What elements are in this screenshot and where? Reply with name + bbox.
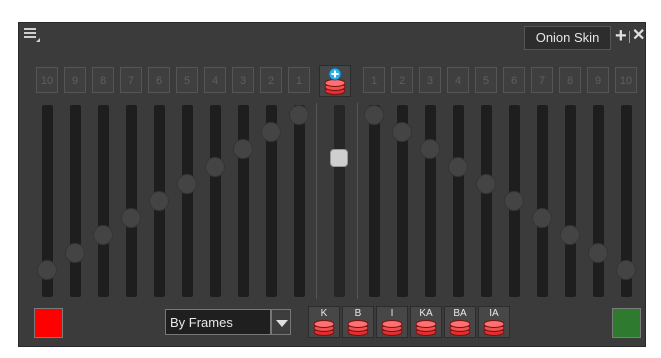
chevron-down-icon <box>276 320 288 327</box>
previous-opacity-slider-track[interactable] <box>70 105 81 297</box>
previous-opacity-slider-handle[interactable] <box>93 225 113 246</box>
previous-opacity-slider-handle[interactable] <box>233 139 253 160</box>
previous-opacity-slider-track[interactable] <box>98 105 109 297</box>
next-opacity-slider-handle[interactable] <box>420 139 440 160</box>
next-opacity-slider-track[interactable] <box>425 105 436 297</box>
previous-drawings-color-swatch[interactable] <box>34 308 63 338</box>
left-frame-marker-6[interactable]: 6 <box>148 67 170 93</box>
hamburger-menu-icon[interactable] <box>24 28 40 42</box>
right-frame-marker-5[interactable]: 5 <box>475 67 497 93</box>
next-opacity-slider-track[interactable] <box>481 105 492 297</box>
drawing-type-label: IA <box>489 308 499 319</box>
previous-opacity-slider-track[interactable] <box>210 105 221 297</box>
left-frame-marker-5[interactable]: 5 <box>176 67 198 93</box>
next-opacity-slider-track[interactable] <box>565 105 576 297</box>
next-opacity-slider-handle[interactable] <box>364 105 384 125</box>
left-frame-marker-1[interactable]: 1 <box>288 67 310 93</box>
add-icon[interactable]: + <box>615 26 629 46</box>
previous-opacity-slider-track[interactable] <box>182 105 193 297</box>
breakdown-drawings-button[interactable]: B <box>342 306 374 338</box>
right-frame-marker-9[interactable]: 9 <box>587 67 609 93</box>
right-frame-marker-6[interactable]: 6 <box>503 67 525 93</box>
add-onion-skin-button[interactable] <box>319 65 351 97</box>
next-opacity-slider-handle[interactable] <box>504 191 524 211</box>
drawing-type-label: KA <box>419 308 433 319</box>
mode-select-dropdown-button[interactable] <box>271 309 291 335</box>
right-frame-marker-2[interactable]: 2 <box>391 67 413 93</box>
left-frame-marker-7[interactable]: 7 <box>120 67 142 93</box>
drawing-type-label: K <box>320 308 328 319</box>
previous-opacity-slider-track[interactable] <box>238 105 249 297</box>
key-animation-button[interactable]: KA <box>410 306 442 338</box>
next-opacity-slider-handle[interactable] <box>616 259 636 280</box>
next-opacity-slider-handle[interactable] <box>392 122 412 143</box>
next-opacity-slider-track[interactable] <box>593 105 604 297</box>
next-opacity-slider-handle[interactable] <box>588 242 608 263</box>
previous-opacity-slider-handle[interactable] <box>205 156 225 177</box>
right-frame-marker-8[interactable]: 8 <box>559 67 581 93</box>
left-frame-marker-2[interactable]: 2 <box>260 67 282 93</box>
left-frame-marker-4[interactable]: 4 <box>204 67 226 93</box>
right-frame-marker-1[interactable]: 1 <box>363 67 385 93</box>
inbetween-animation-button[interactable]: IA <box>478 306 510 338</box>
right-frame-marker-3[interactable]: 3 <box>419 67 441 93</box>
onion-skin-panel: Onion Skin + ✕ 10 9 8 7 6 5 4 3 2 1 1 2 3 4 5 6 7 8 9 10 B… <box>18 22 646 347</box>
right-frame-marker-7[interactable]: 7 <box>531 67 553 93</box>
breakdown-animation-button[interactable]: BA <box>444 306 476 338</box>
key-drawings-button[interactable]: K <box>308 306 340 338</box>
left-frame-marker-3[interactable]: 3 <box>232 67 254 93</box>
next-drawings-color-swatch[interactable] <box>612 308 641 338</box>
inbetween-drawings-button[interactable]: I <box>376 306 408 338</box>
left-frame-marker-10[interactable]: 10 <box>36 67 58 93</box>
previous-opacity-slider-handle[interactable] <box>121 208 141 229</box>
right-frame-marker-4[interactable]: 4 <box>447 67 469 93</box>
onion-skin-mode-select[interactable]: By Frames <box>165 309 271 335</box>
next-opacity-slider-handle[interactable] <box>560 225 580 246</box>
previous-opacity-slider-track[interactable] <box>294 105 305 297</box>
next-opacity-slider-track[interactable] <box>453 105 464 297</box>
previous-opacity-slider-handle[interactable] <box>177 173 197 194</box>
current-frame-slider-handle[interactable] <box>330 149 348 167</box>
current-frame-slider-track[interactable] <box>334 105 345 297</box>
drawing-type-label: I <box>390 308 394 319</box>
add-onion-skin-icon <box>324 67 346 95</box>
next-opacity-slider-handle[interactable] <box>532 208 552 229</box>
previous-opacity-slider-track[interactable] <box>126 105 137 297</box>
divider <box>629 31 630 43</box>
next-opacity-slider-handle[interactable] <box>448 156 468 177</box>
next-opacity-slider-handle[interactable] <box>476 173 496 194</box>
drawing-type-label: B <box>354 308 362 319</box>
left-frame-marker-8[interactable]: 8 <box>92 67 114 93</box>
next-opacity-slider-track[interactable] <box>537 105 548 297</box>
right-frame-marker-10[interactable]: 10 <box>615 67 637 93</box>
previous-opacity-slider-handle[interactable] <box>149 191 169 211</box>
next-opacity-slider-track[interactable] <box>369 105 380 297</box>
drawing-type-label: BA <box>453 308 467 319</box>
previous-opacity-slider-handle[interactable] <box>65 242 85 263</box>
previous-opacity-slider-handle[interactable] <box>289 105 309 125</box>
tab-onion-skin[interactable]: Onion Skin <box>524 26 611 50</box>
left-frame-marker-9[interactable]: 9 <box>64 67 86 93</box>
close-icon[interactable]: ✕ <box>632 28 645 44</box>
previous-opacity-slider-handle[interactable] <box>261 122 281 143</box>
previous-opacity-slider-handle[interactable] <box>37 259 57 280</box>
